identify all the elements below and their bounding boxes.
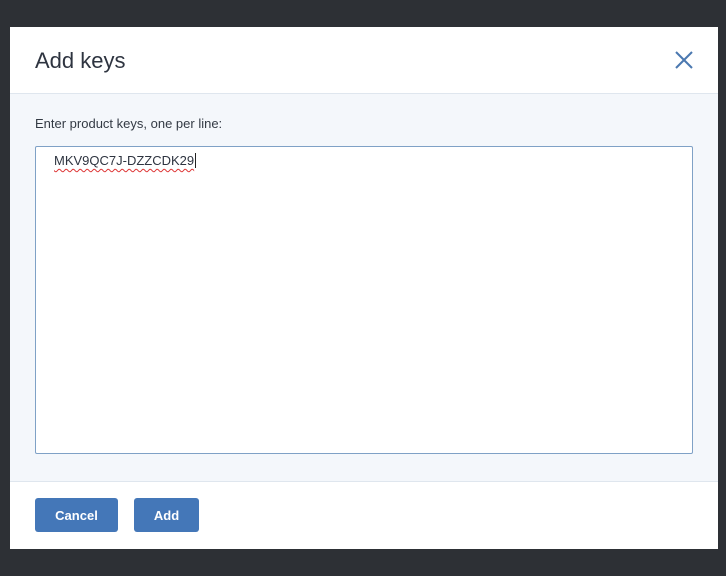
- add-keys-dialog: Add keys Enter product keys, one per lin…: [10, 27, 718, 549]
- product-keys-textarea[interactable]: MKV9QC7J-DZZCDK29: [35, 146, 693, 454]
- product-keys-label: Enter product keys, one per line:: [35, 116, 223, 131]
- cancel-button[interactable]: Cancel: [35, 498, 118, 532]
- close-button[interactable]: [672, 48, 696, 72]
- dialog-body: Enter product keys, one per line: MKV9QC…: [10, 94, 718, 481]
- dialog-title: Add keys: [35, 48, 126, 73]
- add-button[interactable]: Add: [134, 498, 199, 532]
- dialog-header: Add keys: [10, 27, 718, 94]
- text-caret: [195, 153, 197, 168]
- close-icon: [675, 51, 693, 69]
- dialog-footer: Cancel Add: [10, 481, 718, 549]
- product-key-line: MKV9QC7J-DZZCDK29: [54, 153, 195, 168]
